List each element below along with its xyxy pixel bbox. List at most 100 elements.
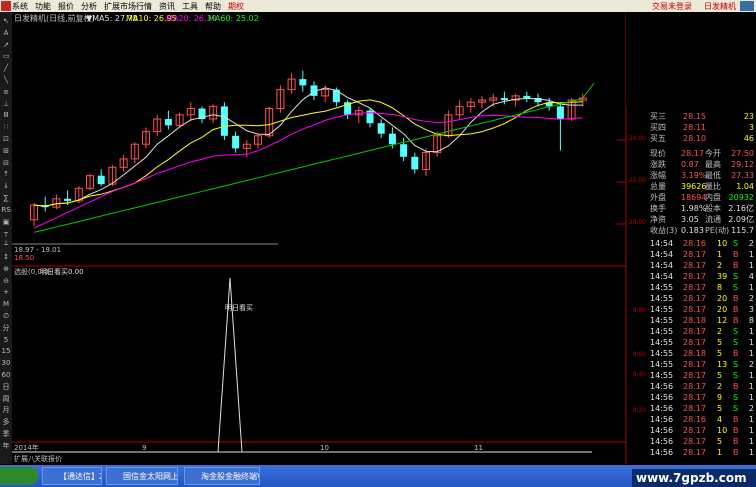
toolbar-icon[interactable]: ↕ — [1, 252, 11, 262]
price-tick-label: 24.00 — [629, 135, 646, 142]
tick-row: 14:56 28.17 1 B 1 — [647, 447, 756, 458]
menu-item[interactable]: 扩展市场行情 — [104, 1, 152, 12]
menu-item[interactable]: 分析 — [81, 1, 97, 12]
toolbar-icon[interactable]: A — [1, 28, 11, 38]
start-button[interactable] — [0, 467, 38, 485]
menu-item[interactable]: 工具 — [182, 1, 198, 12]
stat-value: 2.16亿 — [728, 204, 754, 213]
tick-time: 14:55 — [650, 338, 674, 347]
taskbar-item[interactable]: 淘金股金融终端V... — [184, 467, 260, 485]
tick-price: 28.17 — [683, 382, 706, 391]
candle-body — [377, 123, 385, 134]
toolbar-icon[interactable]: ↗ — [1, 40, 11, 50]
toolbar-icon[interactable]: ∑ — [1, 193, 11, 203]
tick-count: 1 — [748, 261, 754, 270]
toolbar-icon[interactable]: ⊥ — [1, 99, 11, 109]
tick-count: 2 — [748, 360, 754, 369]
tick-time: 14:55 — [650, 360, 674, 369]
ask-row: 买五 28.10 46 — [647, 133, 756, 144]
toolbar-icon[interactable]: ┴ — [1, 240, 11, 250]
stat-label: 流通 — [705, 215, 721, 224]
window-control-icon[interactable] — [740, 1, 754, 11]
candle-body — [388, 133, 396, 145]
menu-item[interactable]: 功能 — [35, 1, 51, 12]
toolbar-icon[interactable]: 日 — [1, 382, 11, 392]
toolbar-icon[interactable]: ⊕ — [1, 264, 11, 274]
stat-label: 总量 — [650, 182, 666, 191]
tick-row: 14:54 28.17 2 B 1 — [647, 260, 756, 271]
bottom-tab[interactable]: 扩展八 — [14, 454, 35, 463]
menu-item[interactable]: 资讯 — [159, 1, 175, 12]
stat-row: 涨幅 3.19% 最低 27.33 — [647, 170, 756, 181]
taskbar-item[interactable]: 国信金太阳网上... — [106, 467, 178, 485]
stat-value: 3.05 — [681, 215, 699, 224]
tick-price: 28.17 — [683, 283, 706, 292]
kline-title: 日发精机(日线,前复权) — [14, 13, 95, 23]
stat-value: 115.7 — [731, 226, 754, 235]
toolbar-icon[interactable]: ↑ — [1, 169, 11, 179]
toolbar-icon[interactable]: 分 — [1, 323, 11, 333]
toolbar-icon[interactable]: ╲ — [1, 75, 11, 85]
toolbar-icon[interactable]: ⊡ — [1, 134, 11, 144]
toolbar-icon[interactable]: 周 — [1, 394, 11, 404]
toolbar-icon[interactable]: 季 — [1, 429, 11, 439]
menu-item[interactable]: 系统 — [12, 1, 28, 12]
toolbar-icon[interactable]: RS — [1, 205, 11, 215]
stat-label: 外盘 — [650, 193, 666, 202]
tick-side: S — [733, 404, 739, 413]
toolbar-icon[interactable]: + — [1, 287, 11, 297]
tick-volume: 13 — [717, 360, 728, 369]
toolbar-icon[interactable]: ┬ — [1, 228, 11, 238]
toolbar-icon[interactable]: 月 — [1, 405, 11, 415]
ask-price: 28.11 — [683, 123, 706, 132]
tick-count: 1 — [748, 382, 754, 391]
tick-volume: 1 — [717, 448, 723, 457]
toolbar-icon[interactable]: ≡ — [1, 87, 11, 97]
toolbar-icon[interactable]: M — [1, 299, 11, 309]
menu-item-option[interactable]: 期权 — [228, 1, 244, 12]
taskbar-item-label: 淘金股金融终端V... — [201, 472, 260, 481]
toolbar-icon[interactable]: Ⅲ — [1, 110, 11, 120]
toolbar-icon[interactable]: 15 — [1, 346, 11, 356]
tick-time: 14:55 — [650, 327, 674, 336]
toolbar-icon[interactable]: 60 — [1, 370, 11, 380]
menu-item[interactable]: 报价 — [58, 1, 74, 12]
toolbar-icon[interactable]: ↓ — [1, 181, 11, 191]
stat-label: 涨跌 — [650, 160, 666, 169]
tick-side: S — [733, 272, 739, 281]
bottom-tab[interactable]: 关联报价 — [34, 454, 62, 463]
ask-row: 买四 28.11 3 — [647, 122, 756, 133]
stock-chart[interactable]: 日发精机(日线,前复权)▼MA5: 27.78MA10: 26.95MA20: … — [12, 12, 626, 464]
tick-side: B — [733, 382, 739, 391]
tick-count: 1 — [748, 349, 754, 358]
toolbar-icon[interactable]: ▭ — [1, 51, 11, 61]
tick-count: 1 — [748, 338, 754, 347]
tick-price: 28.16 — [683, 415, 706, 424]
toolbar-icon[interactable]: ⊞ — [1, 146, 11, 156]
toolbar-icon[interactable]: 5 — [1, 335, 11, 345]
tick-price: 28.17 — [683, 371, 706, 380]
toolbar-icon[interactable]: ⊖ — [1, 276, 11, 286]
app-logo-icon — [1, 1, 11, 11]
ask-price: 28.10 — [683, 134, 706, 143]
top-right-label[interactable]: 日发精机 — [704, 1, 736, 12]
toolbar-icon[interactable]: ▣ — [1, 217, 11, 227]
stat-row: 总量 39626 量比 1.04 — [647, 181, 756, 192]
toolbar-icon[interactable]: ∷ — [1, 122, 11, 132]
toolbar-icon[interactable]: 多 — [1, 417, 11, 427]
toolbar-icon[interactable]: ⊟ — [1, 158, 11, 168]
stat-value: 29.12 — [731, 160, 754, 169]
toolbar-icon[interactable]: ╱ — [1, 63, 11, 73]
stat-label: 收益(3) — [650, 226, 678, 235]
stat-value: 2.09亿 — [728, 215, 754, 224]
toolbar-icon[interactable]: ↖ — [1, 16, 11, 26]
stat-value: 3.19% — [681, 171, 707, 180]
top-right-label[interactable]: 交易未登录 — [652, 1, 692, 12]
tick-row: 14:55 28.18 5 B 1 — [647, 348, 756, 359]
tick-count: 1 — [748, 426, 754, 435]
toolbar-icon[interactable]: 年 — [1, 441, 11, 451]
menu-item[interactable]: 帮助 — [205, 1, 221, 12]
taskbar-item[interactable]: 【通达信】2014... — [42, 467, 102, 485]
toolbar-icon[interactable]: ∅ — [1, 311, 11, 321]
toolbar-icon[interactable]: 30 — [1, 358, 11, 368]
